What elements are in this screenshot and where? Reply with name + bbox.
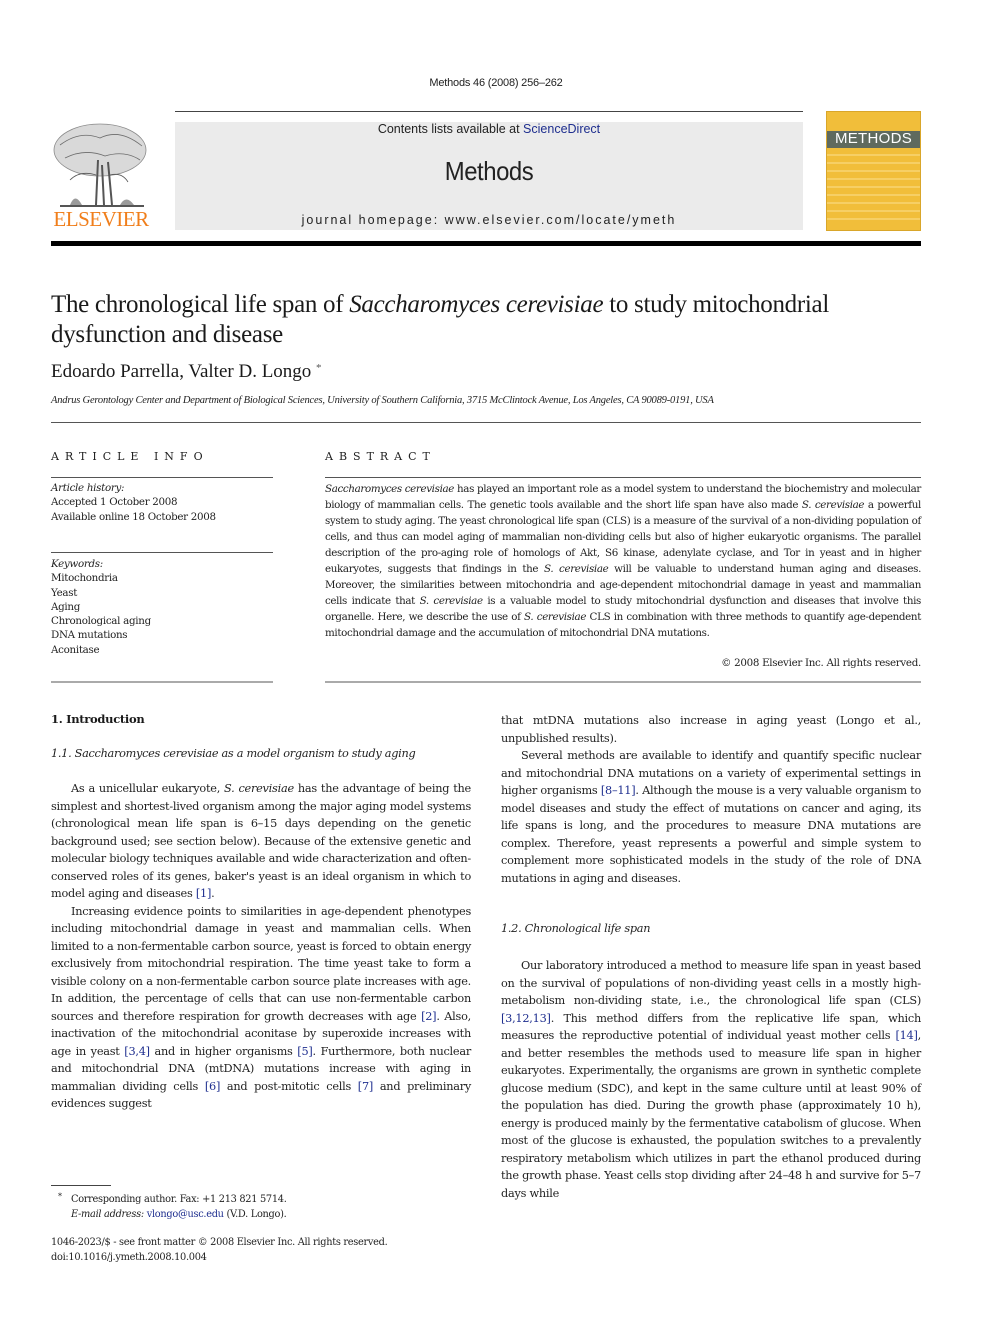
contents-prefix: Contents lists available at (377, 122, 524, 136)
issn-line: 1046-2023/$ - see front matter © 2008 El… (51, 1237, 388, 1248)
text: . Although the mouse is a very valuable … (501, 784, 922, 885)
citation-link[interactable]: [5] (297, 1045, 313, 1058)
header-rule (175, 111, 803, 112)
keywords: Keywords: Mitochondria Yeast Aging Chron… (51, 557, 151, 657)
abstract-heading: ABSTRACT (325, 450, 436, 463)
subsection-heading: 1.1. Saccharomyces cerevisiae as a model… (51, 747, 416, 760)
journal-title: Methods (444, 156, 534, 186)
elsevier-wordmark: ELSEVIER (53, 207, 149, 231)
elsevier-logo[interactable]: ELSEVIER (50, 120, 152, 232)
paragraph: Several methods are available to identif… (501, 747, 921, 887)
text: . This method differs from the replicati… (501, 1011, 921, 1043)
citation-link[interactable]: [3,12,13] (501, 1012, 551, 1025)
abstract-copyright: © 2008 Elsevier Inc. All rights reserved… (721, 657, 921, 669)
citation-link[interactable]: [6] (205, 1080, 221, 1093)
front-matter: 1046-2023/$ - see front matter © 2008 El… (51, 1236, 388, 1266)
paragraph: As a unicellular eukaryote, S. cerevisia… (51, 780, 471, 903)
text: and in higher organisms (149, 1044, 298, 1058)
text: that mtDNA mutations also increase in ag… (501, 714, 921, 745)
history-item: Available online 18 October 2008 (51, 510, 216, 523)
text: As a unicellular eukaryote, (71, 782, 225, 795)
keyword: Chronological aging (51, 615, 151, 628)
body-column-left: As a unicellular eukaryote, S. cerevisia… (51, 780, 471, 1113)
citation-link[interactable]: [14] (895, 1029, 917, 1042)
journal-cover-image[interactable]: METHODS (826, 111, 921, 231)
footnote: * Corresponding author. Fax: +1 213 821 5… (58, 1189, 287, 1222)
body-column-right: that mtDNA mutations also increase in ag… (501, 712, 921, 887)
footnote-rule (51, 1185, 111, 1186)
species-name: S. cerevisiae (524, 611, 587, 623)
keyword: Aging (51, 600, 81, 613)
citation-link[interactable]: [2] (421, 1010, 437, 1023)
citation-link[interactable]: [8–11] (601, 784, 636, 797)
contents-line: Contents lists available at ScienceDirec… (175, 122, 803, 136)
species-name: Saccharomyces cerevisiae (325, 483, 455, 495)
sciencedirect-link[interactable]: ScienceDirect (523, 122, 600, 136)
divider (51, 552, 273, 553)
text: . (211, 887, 215, 900)
paragraph: Our laboratory introduced a method to me… (501, 957, 921, 1202)
text: and post-mitotic cells (220, 1079, 358, 1093)
species-name: S. cerevisiae (419, 595, 484, 607)
divider (51, 681, 273, 683)
fax-note: Corresponding author. Fax: +1 213 821 57… (71, 1194, 287, 1205)
text: Our laboratory introduced a method to me… (501, 959, 921, 1007)
keywords-label: Keywords: (51, 558, 103, 570)
species-name: S. cerevisiae (543, 563, 609, 575)
doi-link[interactable]: doi:10.1016/j.ymeth.2008.10.004 (51, 1251, 387, 1266)
divider (325, 477, 921, 478)
citation-link[interactable]: [7] (358, 1080, 374, 1093)
species-name: S. cerevisiae (801, 499, 865, 511)
email-note: E-mail address: vlongo@usc.edu (V.D. Lon… (58, 1207, 287, 1222)
citation-link[interactable]: [3,4] (124, 1045, 150, 1058)
tree-icon (53, 123, 147, 207)
journal-banner: Contents lists available at ScienceDirec… (175, 122, 803, 230)
email-suffix: (V.D. Longo). (223, 1209, 287, 1220)
paragraph: Increasing evidence points to similariti… (51, 903, 471, 1113)
keyword: DNA mutations (51, 629, 128, 642)
cover-title: METHODS (834, 130, 913, 147)
corresponding-author-note: * Corresponding author. Fax: +1 213 821 5… (58, 1189, 287, 1207)
history-item: Accepted 1 October 2008 (51, 496, 178, 509)
subsection-heading: 1.2. Chronological life span (501, 922, 651, 935)
article-history: Article history: Accepted 1 October 2008… (51, 481, 216, 524)
history-label: Article history: (51, 482, 125, 494)
section-heading: 1. Introduction (51, 712, 145, 726)
title-text: The chronological life span of (51, 291, 350, 318)
citation-link[interactable]: [1] (196, 887, 212, 900)
corresponding-author-mark[interactable]: * (316, 362, 322, 374)
paragraph-continuation: that mtDNA mutations also increase in ag… (501, 712, 921, 747)
authors: Edoardo Parrella, Valter D. Longo * (51, 361, 322, 383)
footnote-mark: * (58, 1192, 62, 1201)
keyword: Yeast (51, 586, 78, 599)
journal-reference: Methods 46 (2008) 256–262 (429, 77, 563, 89)
email-link[interactable]: vlongo@usc.edu (147, 1209, 224, 1220)
header-thick-rule (51, 241, 921, 246)
species-name: S. cerevisiae (224, 782, 294, 795)
email-label: E-mail address: (71, 1209, 144, 1220)
text: , and better resembles the methods used … (501, 1029, 921, 1200)
article-title: The chronological life span of Saccharom… (51, 290, 931, 350)
abstract-text: Saccharomyces cerevisiae has played an i… (325, 481, 921, 641)
article-info-heading: ARTICLE INFO (51, 450, 209, 463)
text: Increasing evidence points to similariti… (51, 904, 471, 1023)
journal-homepage-link[interactable]: journal homepage: www.elsevier.com/locat… (175, 213, 803, 227)
body-column-right-lower: Our laboratory introduced a method to me… (501, 957, 921, 1202)
keyword: Aconitase (51, 643, 100, 656)
divider (51, 477, 273, 478)
divider (325, 681, 921, 683)
author-names: Edoardo Parrella, Valter D. Longo (51, 361, 312, 382)
affiliation: Andrus Gerontology Center and Department… (51, 395, 714, 406)
title-species: Saccharomyces cerevisiae (349, 291, 604, 318)
keyword: Mitochondria (51, 572, 118, 585)
text: has the advantage of being the simplest … (51, 782, 471, 900)
divider (51, 422, 921, 423)
